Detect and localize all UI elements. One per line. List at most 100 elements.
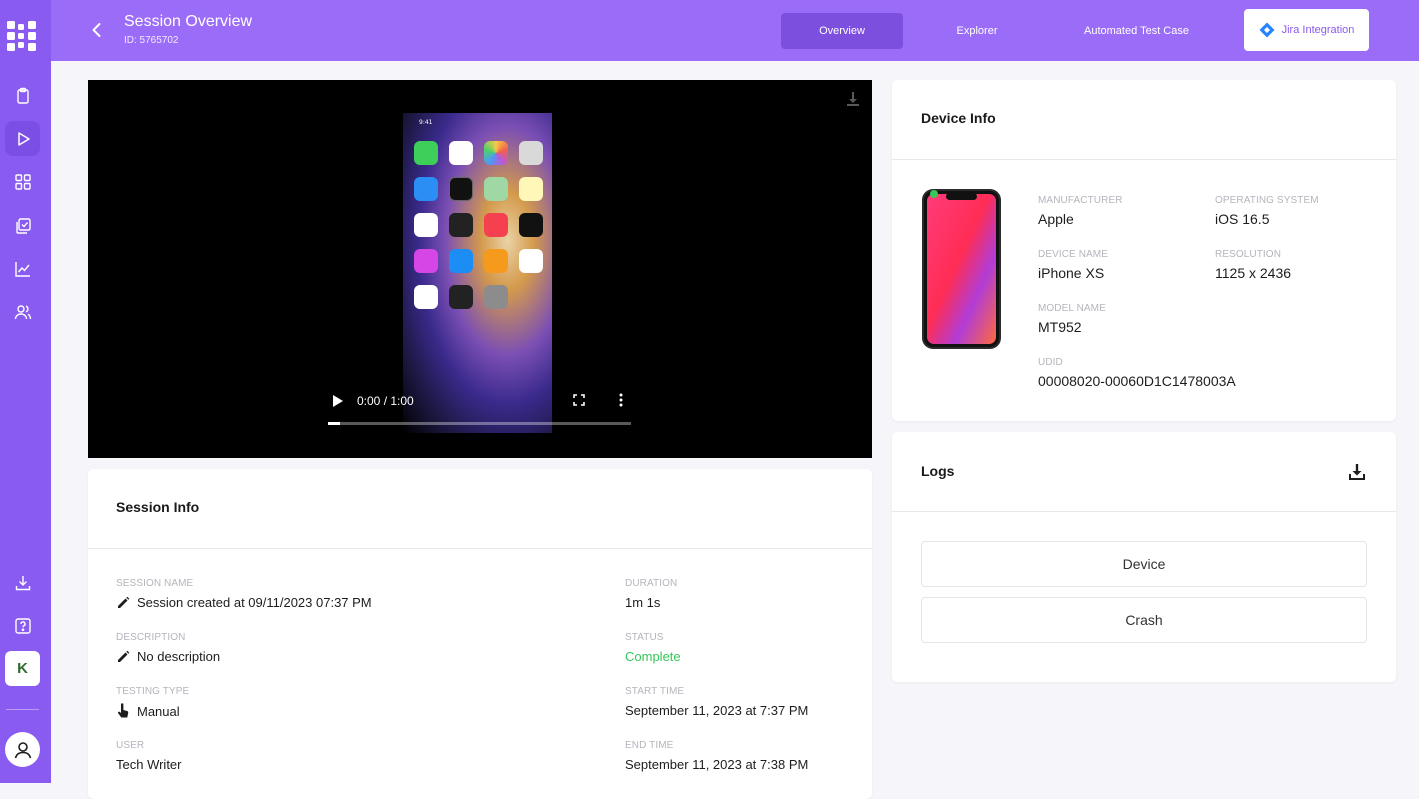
model-name-label: MODEL NAME (1038, 303, 1106, 314)
back-arrow-icon[interactable] (89, 21, 105, 39)
device-screen-recording: 9:41 (403, 113, 552, 433)
tab-explorer[interactable]: Explorer (917, 13, 1037, 49)
grid-icon (14, 173, 31, 190)
status-label: STATUS (625, 632, 664, 643)
more-options-icon[interactable] (619, 393, 623, 407)
sidebar-item-apps[interactable] (5, 164, 40, 199)
logs-card: Logs Device Crash (892, 432, 1396, 682)
session-info-card: Session Info SESSION NAME Session create… (88, 469, 872, 799)
download-icon (15, 575, 30, 590)
user-value: Tech Writer (116, 757, 182, 772)
clock-app-icon (449, 177, 473, 201)
sidebar-divider (6, 709, 39, 710)
description-value: No description (137, 649, 221, 664)
reminders-app-icon (414, 213, 438, 237)
jira-icon (1259, 22, 1275, 38)
hand-pointer-icon (118, 703, 129, 718)
video-progress-bar[interactable] (328, 422, 631, 425)
start-time-label: START TIME (625, 686, 685, 697)
sidebar-item-download[interactable] (5, 565, 40, 600)
udid-label: UDID (1038, 357, 1063, 368)
resolution-value: 1125 x 2436 (1215, 265, 1292, 281)
clipboard-icon (16, 87, 29, 104)
tv-app-icon (519, 213, 543, 237)
udid-value: 00008020-00060D1C1478003A (1038, 373, 1236, 389)
duration-label: DURATION (625, 578, 678, 589)
video-progress-fill (328, 422, 341, 425)
manufacturer-label: MANUFACTURER (1038, 195, 1123, 206)
sidebar-item-users[interactable] (5, 294, 40, 329)
video-controls: 0:00 / 1:00 (328, 392, 633, 432)
sidebar-item-clipboard[interactable] (5, 78, 40, 113)
divider (88, 548, 872, 549)
user-icon (14, 741, 31, 758)
manufacturer-value: Apple (1038, 211, 1074, 227)
app-store-icon (449, 249, 473, 273)
session-info-title: Session Info (116, 499, 200, 515)
divider (892, 159, 1396, 160)
crash-logs-button[interactable]: Crash (921, 597, 1367, 643)
notes-app-icon (519, 177, 543, 201)
calendar-app-icon (449, 141, 473, 165)
sidebar-item-analytics[interactable] (5, 251, 40, 286)
wallet-app-icon (449, 285, 473, 309)
avatar[interactable] (5, 732, 40, 767)
mail-app-icon (414, 177, 438, 201)
os-label: OPERATING SYSTEM (1215, 195, 1319, 206)
status-badge: Complete (625, 649, 681, 664)
os-value: iOS 16.5 (1215, 211, 1270, 227)
session-name-field[interactable]: Session created at 09/11/2023 07:37 PM (116, 595, 372, 610)
users-icon (14, 304, 31, 319)
jira-integration-button[interactable]: Jira Integration (1244, 9, 1369, 51)
facetime-app-icon (414, 141, 438, 165)
testing-type-field: Manual (116, 703, 180, 719)
sidebar: K (0, 0, 51, 783)
description-field[interactable]: No description (116, 649, 220, 664)
session-video-player[interactable]: 9:41 0:00 / 1:00 (88, 80, 872, 458)
device-logs-button[interactable]: Device (921, 541, 1367, 587)
workspace-badge[interactable]: K (5, 651, 40, 686)
app-logo-icon[interactable] (7, 21, 37, 51)
phone-status-time: 9:41 (419, 119, 433, 126)
tab-automated-test-case[interactable]: Automated Test Case (1059, 13, 1214, 49)
sidebar-item-help[interactable] (5, 608, 40, 643)
sidebar-item-test-cases[interactable] (5, 208, 40, 243)
news-app-icon (484, 213, 508, 237)
start-time-value: September 11, 2023 at 7:37 PM (625, 703, 809, 718)
fullscreen-icon[interactable] (573, 394, 585, 406)
health-app-icon (519, 249, 543, 273)
play-icon[interactable] (332, 394, 344, 408)
end-time-value: September 11, 2023 at 7:38 PM (625, 757, 809, 772)
device-name-value: iPhone XS (1038, 265, 1105, 281)
checklist-icon (15, 217, 31, 234)
divider (892, 511, 1396, 512)
device-name-label: DEVICE NAME (1038, 249, 1109, 260)
home-app-icon (414, 285, 438, 309)
tab-overview[interactable]: Overview (781, 13, 903, 49)
stocks-app-icon (449, 213, 473, 237)
user-label: USER (116, 740, 145, 751)
device-info-card: Device Info MANUFACTURER Apple OPERATING… (892, 80, 1396, 421)
photos-app-icon (484, 141, 508, 165)
settings-app-icon (484, 285, 508, 309)
model-name-value: MT952 (1038, 319, 1082, 335)
download-logs-icon[interactable] (1348, 463, 1366, 481)
itunes-app-icon (414, 249, 438, 273)
download-video-icon[interactable] (844, 90, 862, 108)
maps-app-icon (484, 177, 508, 201)
duration-value: 1m 1s (625, 595, 661, 610)
jira-integration-label: Jira Integration (1281, 24, 1355, 36)
chart-icon (14, 261, 30, 277)
session-id: ID: 5765702 (124, 35, 179, 46)
logs-title: Logs (921, 463, 955, 479)
video-time: 0:00 / 1:00 (357, 394, 414, 408)
end-time-label: END TIME (625, 740, 674, 751)
play-icon (17, 131, 30, 146)
sidebar-item-sessions[interactable] (5, 121, 40, 156)
testing-type-label: TESTING TYPE (116, 686, 190, 697)
device-image (922, 189, 1001, 349)
books-app-icon (484, 249, 508, 273)
edit-pencil-icon[interactable] (116, 596, 130, 610)
top-header: Session Overview ID: 5765702 Overview Ex… (51, 0, 1419, 61)
edit-pencil-icon[interactable] (116, 650, 130, 664)
